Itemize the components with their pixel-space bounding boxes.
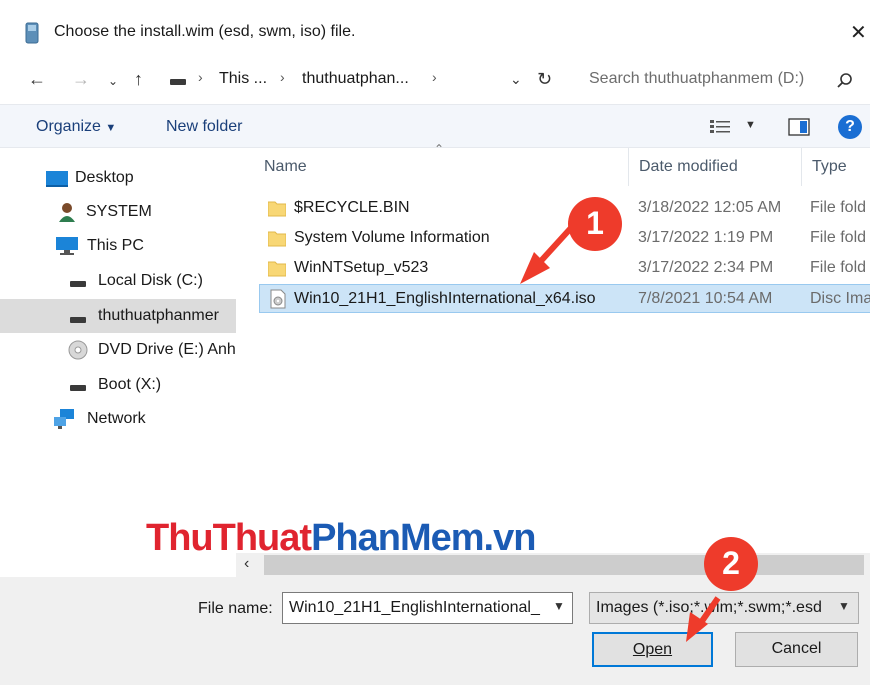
nav-label: thuthuatphanmer xyxy=(98,307,219,324)
recent-locations-chevron-icon[interactable]: ⌄ xyxy=(108,69,118,93)
nav-label: DVD Drive (E:) Anh xyxy=(98,341,236,358)
nav-item-boot-x[interactable]: Boot (X:) xyxy=(0,369,236,401)
computer-icon xyxy=(56,237,78,255)
help-icon[interactable]: ? xyxy=(838,115,862,139)
close-icon[interactable]: ✕ xyxy=(850,20,867,45)
file-row-selected[interactable]: Win10_21H1_EnglishInternational_x64.iso … xyxy=(259,284,870,313)
horizontal-scrollbar[interactable]: ‹ xyxy=(236,553,870,577)
folder-icon xyxy=(268,231,286,247)
file-row[interactable]: System Volume Information 3/17/2022 1:19… xyxy=(260,224,870,253)
open-button[interactable]: Open xyxy=(592,632,713,667)
nav-label: Desktop xyxy=(75,169,134,186)
chevron-right-icon[interactable]: › xyxy=(432,69,437,85)
column-header-name[interactable]: Name xyxy=(264,158,307,176)
callout-2: 2 xyxy=(704,537,758,591)
drive-icon xyxy=(70,317,86,323)
scrollbar-thumb[interactable] xyxy=(264,555,864,575)
column-divider[interactable] xyxy=(801,148,802,186)
nav-label: Local Disk (C:) xyxy=(98,272,203,289)
drive-icon xyxy=(70,281,86,287)
nav-item-system[interactable]: SYSTEM xyxy=(0,196,236,228)
dvd-icon xyxy=(68,340,88,360)
nav-label: Boot (X:) xyxy=(98,376,162,393)
file-row[interactable]: $RECYCLE.BIN 3/18/2022 12:05 AM File fol… xyxy=(260,194,870,223)
refresh-icon[interactable]: ↻ xyxy=(537,67,552,91)
view-details-icon[interactable] xyxy=(710,120,732,134)
organize-label: Organize xyxy=(36,118,101,135)
column-header-type[interactable]: Type xyxy=(812,158,847,176)
nav-item-thuthuatphanmem[interactable]: thuthuatphanmer xyxy=(0,299,236,333)
nav-item-desktop[interactable]: Desktop xyxy=(0,162,236,194)
file-name-label: File name: xyxy=(198,600,273,617)
folder-icon xyxy=(268,201,286,217)
chevron-right-icon: › xyxy=(198,69,203,85)
file-list: ⌃ Name Date modified Type $RECYCLE.BIN 3… xyxy=(236,142,870,553)
scroll-left-icon[interactable]: ‹ xyxy=(244,555,249,573)
breadcrumb-this-pc[interactable]: This ... xyxy=(219,70,267,88)
nav-label: SYSTEM xyxy=(86,203,152,220)
address-bar: ← → ⌄ ↑ › This ... › thuthuatphan... › ⌄… xyxy=(0,60,870,100)
chevron-down-icon[interactable]: ▼ xyxy=(838,599,850,613)
user-icon xyxy=(59,203,75,222)
app-icon xyxy=(25,22,39,44)
nav-item-this-pc[interactable]: This PC xyxy=(0,230,236,262)
back-arrow-icon[interactable]: ← xyxy=(28,67,46,91)
file-date: 7/8/2021 10:54 AM xyxy=(638,290,773,307)
file-date: 3/18/2022 12:05 AM xyxy=(638,199,782,216)
file-name: $RECYCLE.BIN xyxy=(294,199,410,216)
file-name: WinNTSetup_v523 xyxy=(294,259,429,276)
file-date: 3/17/2022 2:34 PM xyxy=(638,259,774,276)
drive-icon xyxy=(170,79,186,85)
organize-button[interactable]: Organize ▼ xyxy=(36,118,116,136)
file-type-select[interactable]: Images (*.iso;*.wim;*.swm;*.esd xyxy=(589,592,859,624)
nav-label: Network xyxy=(87,410,146,427)
nav-item-local-disk-c[interactable]: Local Disk (C:) xyxy=(0,265,236,297)
window-title: Choose the install.wim (esd, swm, iso) f… xyxy=(54,23,356,40)
preview-pane-icon[interactable] xyxy=(788,118,810,136)
nav-label: This PC xyxy=(87,237,144,254)
column-divider[interactable] xyxy=(628,148,629,186)
file-name: System Volume Information xyxy=(294,229,490,246)
nav-item-dvd-drive[interactable]: DVD Drive (E:) Anh xyxy=(0,334,236,366)
search-icon[interactable] xyxy=(836,72,854,90)
up-arrow-icon[interactable]: ↑ xyxy=(134,67,143,91)
open-label: Open xyxy=(632,641,673,658)
callout-1: 1 xyxy=(568,197,622,251)
search-input[interactable]: Search thuthuatphanmem (D:) xyxy=(589,70,804,88)
navigation-pane: Desktop SYSTEM This PC Local Disk (C:) t… xyxy=(0,148,236,578)
desktop-icon xyxy=(46,171,68,187)
network-icon xyxy=(54,409,74,429)
file-type: Disc Ima xyxy=(810,290,870,307)
new-folder-button[interactable]: New folder xyxy=(166,118,242,136)
file-row[interactable]: WinNTSetup_v523 3/17/2022 2:34 PM File f… xyxy=(260,254,870,283)
cancel-button[interactable]: Cancel xyxy=(735,632,858,667)
sort-ascending-icon: ⌃ xyxy=(434,142,445,156)
view-options-caret-icon[interactable]: ▼ xyxy=(745,119,756,131)
disc-image-icon xyxy=(270,289,286,309)
title-bar: Choose the install.wim (esd, swm, iso) f… xyxy=(0,0,870,60)
file-type: File fold xyxy=(810,259,867,276)
nav-item-network[interactable]: Network xyxy=(0,403,236,435)
folder-icon xyxy=(268,261,286,277)
chevron-right-icon: › xyxy=(280,69,285,85)
file-type: File fold xyxy=(810,199,867,216)
breadcrumb-drive[interactable]: thuthuatphan... xyxy=(302,70,409,88)
column-header-date[interactable]: Date modified xyxy=(639,158,738,176)
dialog-footer: File name: Win10_21H1_EnglishInternation… xyxy=(0,577,870,685)
forward-arrow-icon[interactable]: → xyxy=(72,67,90,91)
file-type: File fold xyxy=(810,229,867,246)
file-date: 3/17/2022 1:19 PM xyxy=(638,229,774,246)
caret-down-icon: ▼ xyxy=(105,122,117,134)
chevron-down-icon[interactable]: ⌄ xyxy=(510,67,522,91)
chevron-down-icon[interactable]: ▼ xyxy=(553,599,565,613)
drive-icon xyxy=(70,385,86,391)
file-name-input[interactable]: Win10_21H1_EnglishInternational_ xyxy=(282,592,573,624)
file-name: Win10_21H1_EnglishInternational_x64.iso xyxy=(294,290,596,307)
